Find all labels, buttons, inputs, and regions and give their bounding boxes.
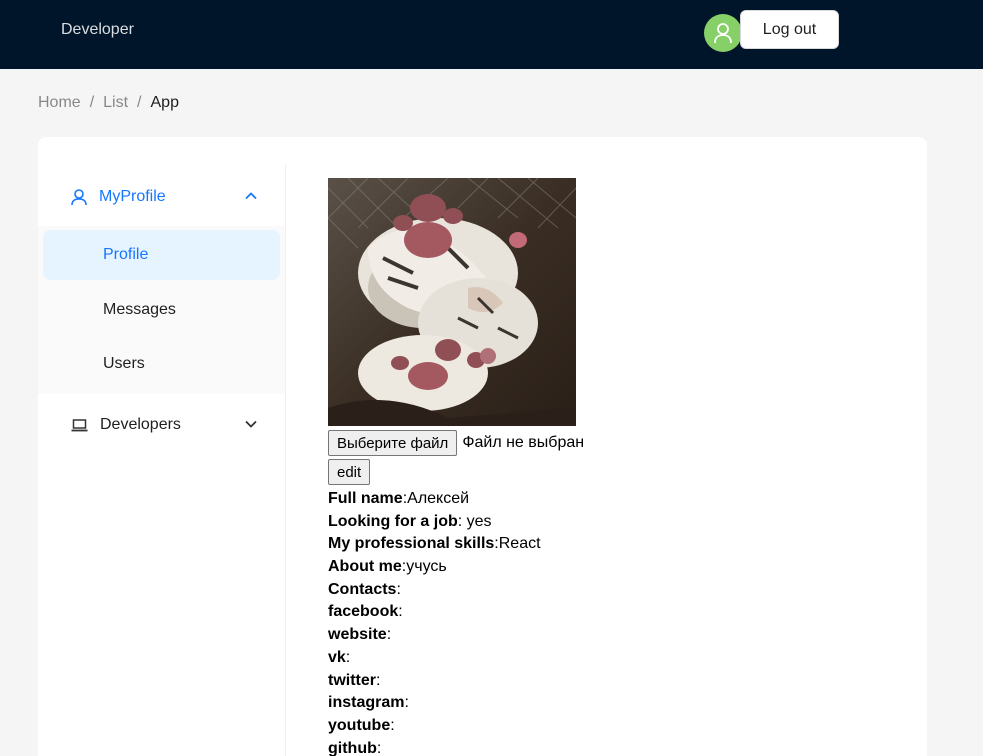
sidebar-item-label: Profile (103, 246, 149, 263)
submenu-myprofile-items: Profile Messages Users (38, 226, 285, 394)
field-separator: : (404, 694, 409, 712)
submenu-developers-label: Developers (100, 416, 181, 433)
logout-button[interactable]: Log out (740, 10, 839, 49)
file-upload: Выберите файл Файл не выбран (328, 430, 888, 456)
field-label: My professional skills (328, 535, 495, 553)
chevron-down-icon (245, 420, 257, 428)
chevron-up-icon (245, 192, 257, 200)
profile-content: Выберите файл Файл не выбран edit Full n… (328, 178, 888, 756)
field-separator: : (398, 603, 403, 621)
choose-file-button[interactable]: Выберите файл (328, 430, 458, 456)
breadcrumb-list[interactable]: List (103, 94, 128, 112)
breadcrumb: Home / List / App (38, 94, 179, 112)
field-separator: : (457, 512, 467, 530)
brand-title: Developer (61, 21, 134, 38)
sidebar-menu: MyProfile Profile Messages Users Develop… (38, 164, 286, 756)
sidebar-item-label: Users (103, 355, 145, 372)
user-icon (714, 23, 732, 44)
field-label: Full name (328, 490, 403, 507)
field-twitter: twitter: (328, 670, 888, 693)
sidebar-item-profile[interactable]: Profile (43, 230, 280, 280)
field-vk: vk: (328, 647, 888, 670)
submenu-myprofile[interactable]: MyProfile (38, 177, 285, 217)
profile-photo (328, 178, 576, 426)
user-icon (71, 188, 87, 205)
field-label: Looking for a job (328, 512, 458, 530)
field-label: youtube (328, 716, 391, 734)
field-value: Алексей (407, 490, 470, 507)
field-github: github: (328, 738, 888, 756)
edit-button[interactable]: edit (328, 459, 371, 485)
field-facebook: facebook: (328, 601, 888, 624)
field-instagram: instagram: (328, 692, 888, 715)
field-label: vk (328, 648, 346, 666)
user-avatar[interactable] (704, 14, 742, 52)
breadcrumb-home[interactable]: Home (38, 94, 81, 112)
file-status: Файл не выбран (462, 434, 585, 451)
breadcrumb-separator: / (89, 94, 95, 111)
submenu-myprofile-label: MyProfile (99, 188, 166, 205)
breadcrumb-separator: / (137, 94, 142, 111)
field-label: facebook (328, 603, 399, 621)
field-label: github (328, 739, 377, 756)
field-separator: : (376, 739, 382, 756)
field-separator: : (396, 580, 401, 598)
submenu-developers[interactable]: Developers (38, 405, 285, 445)
field-value: учусь (406, 558, 447, 576)
field-youtube: youtube: (328, 715, 888, 738)
field-value: yes (466, 512, 492, 530)
field-about-me: About me:учусь (328, 556, 888, 579)
sidebar-item-messages[interactable]: Messages (43, 285, 280, 335)
sidebar-item-label: Messages (103, 301, 176, 318)
profile-fields: Full name:Алексей Looking for a job: yes… (328, 488, 888, 756)
field-label: website (328, 626, 387, 644)
field-label: Contacts (328, 580, 397, 598)
field-value: React (498, 535, 541, 553)
breadcrumb-current: App (150, 94, 179, 111)
field-separator: : (345, 648, 351, 666)
field-label: twitter (328, 671, 376, 689)
field-skills: My professional skills:React (328, 533, 888, 556)
field-looking-for-job: Looking for a job: yes (328, 511, 888, 534)
field-contacts: Contacts: (328, 579, 888, 602)
field-full-name: Full name:Алексей (328, 488, 888, 511)
field-website: website: (328, 624, 888, 647)
field-label: About me (328, 558, 402, 576)
field-separator: : (386, 626, 392, 644)
field-separator: : (390, 716, 395, 734)
sidebar-item-users[interactable]: Users (43, 339, 280, 389)
field-separator: : (376, 671, 381, 689)
laptop-icon (71, 418, 88, 431)
field-label: instagram (328, 694, 405, 712)
app-header: Developer Log out (0, 0, 983, 69)
